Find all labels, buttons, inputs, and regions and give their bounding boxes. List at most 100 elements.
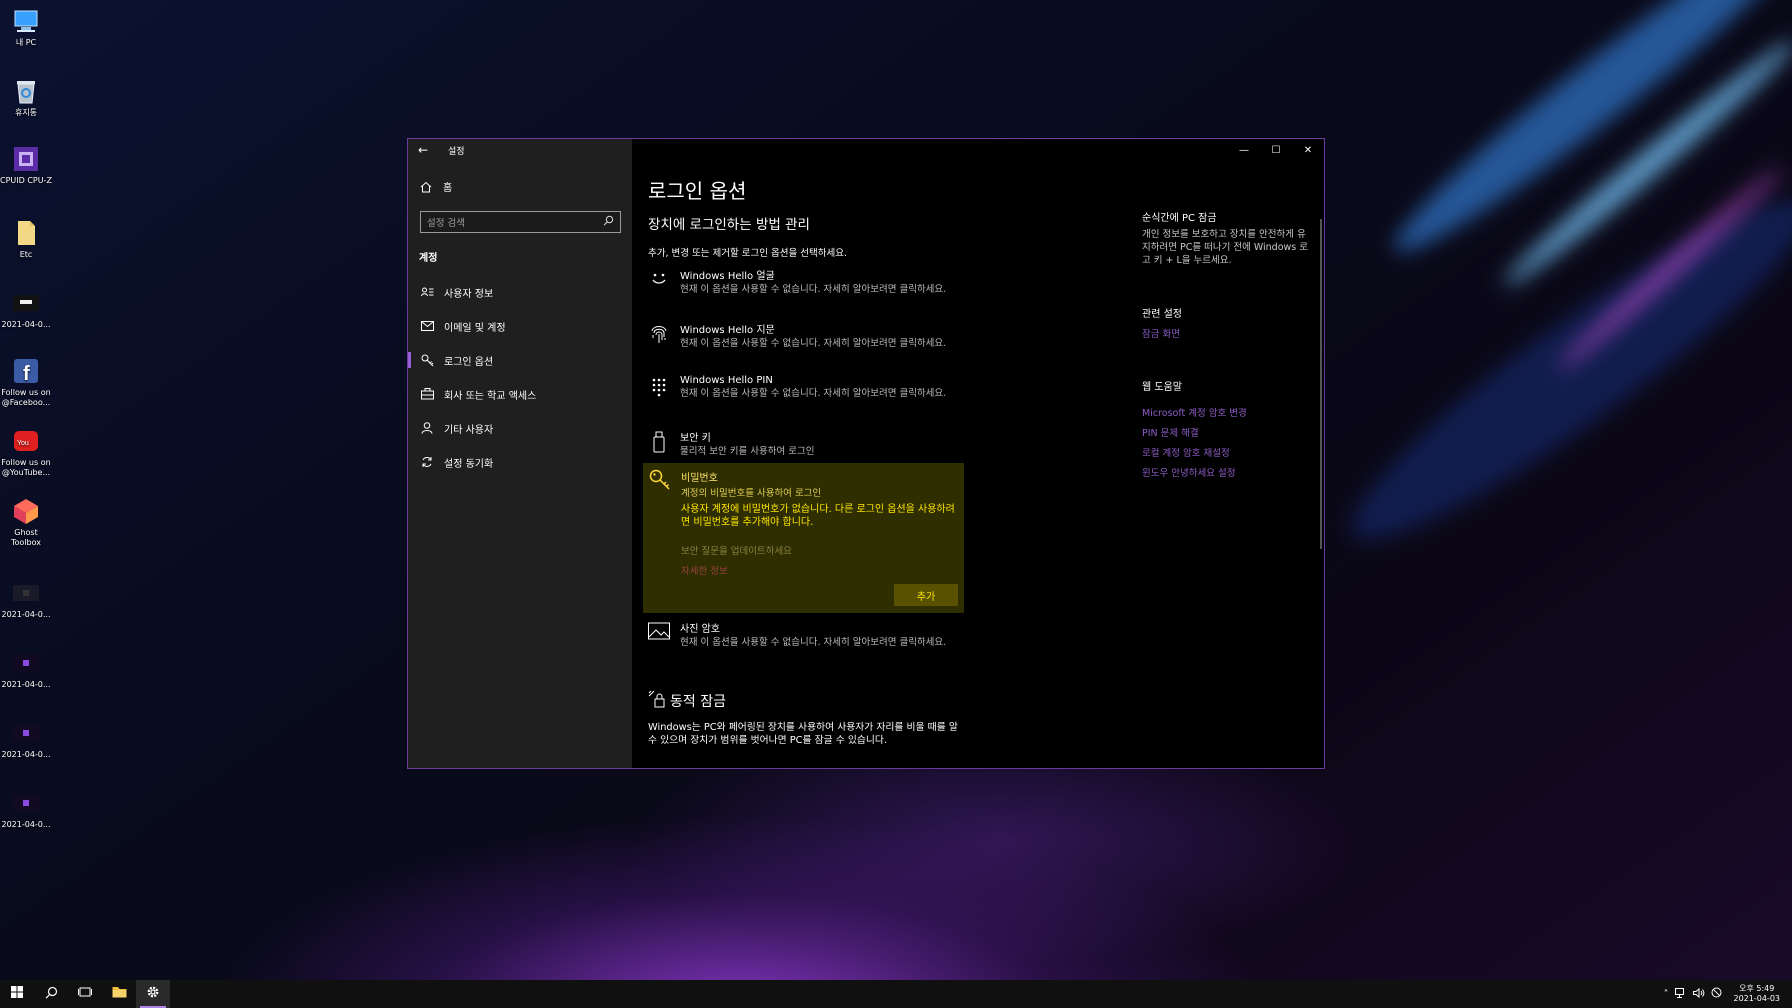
no-entry-icon[interactable] [1711, 987, 1722, 1001]
option-description: 현재 이 옵션을 사용할 수 없습니다. 자세히 알아보려면 클릭하세요. [680, 284, 947, 295]
sidebar-item-sync-settings[interactable]: 설정 동기화 [408, 445, 632, 479]
file-icon [11, 218, 41, 248]
system-tray: ˄ 오후 5:49 2021-04-03 [1664, 980, 1792, 1008]
chevron-up-icon[interactable]: ˄ [1664, 989, 1669, 1000]
password-option-panel[interactable]: 비밀번호 계정의 비밀번호를 사용하여 로그인 사용자 계정에 비밀번호가 없습… [643, 463, 964, 613]
desktop-icon-cpuz[interactable]: CPUID CPU-Z [0, 144, 52, 186]
computer-icon [11, 6, 41, 36]
volume-icon[interactable] [1692, 987, 1705, 1001]
youtube-icon: You [11, 426, 41, 456]
picture-icon [648, 620, 670, 649]
task-view-button[interactable] [68, 980, 102, 1008]
desktop-icon-recycle-bin[interactable]: 휴지통 [0, 76, 52, 118]
desktop-icon-my-pc[interactable]: 내 PC [0, 6, 52, 48]
sidebar-item-label: 홈 [443, 183, 453, 194]
desktop-icon-etc-folder[interactable]: Etc [0, 218, 52, 260]
help-link[interactable]: 로컬 계정 암호 재설정 [1142, 445, 1312, 459]
search-icon [603, 215, 614, 229]
desktop-icon-label: 내 PC [15, 38, 37, 47]
task-view-icon [78, 986, 92, 1002]
option-title: 비밀번호 [681, 473, 718, 484]
title-bar: ← 설정 [408, 139, 632, 161]
desktop-icon-label: CPUID CPU-Z [0, 176, 52, 185]
file-explorer-button[interactable] [102, 980, 136, 1008]
sidebar-item-email-accounts[interactable]: 이메일 및 계정 [408, 309, 632, 343]
minimize-button[interactable]: — [1228, 139, 1260, 161]
usb-key-icon [648, 429, 670, 458]
cube-icon [11, 496, 41, 526]
settings-sidebar: ← 설정 홈 설정 검색 계정 사용자 정보 이메일 및 계정 로그인 옵션 회… [408, 139, 632, 768]
sidebar-item-work-school-access[interactable]: 회사 또는 학교 액세스 [408, 377, 632, 411]
help-link[interactable]: Microsoft 계정 암호 변경 [1142, 405, 1312, 419]
sidebar-item-user-info[interactable]: 사용자 정보 [408, 275, 632, 309]
lock-screen-link[interactable]: 잠금 화면 [1142, 326, 1312, 340]
sidebar-item-sign-in-options[interactable]: 로그인 옵션 [408, 343, 632, 377]
option-title: Windows Hello 지문 [680, 325, 775, 336]
option-hello-fingerprint[interactable]: Windows Hello 지문 현재 이 옵션을 사용할 수 없습니다. 자세… [648, 321, 968, 350]
search-input[interactable]: 설정 검색 [420, 211, 621, 233]
image-thumbnail-icon [11, 788, 41, 818]
security-questions-link[interactable]: 보안 질문을 업데이트하세요 [681, 543, 792, 557]
mail-icon [420, 319, 434, 333]
network-icon[interactable] [1674, 987, 1687, 1001]
image-thumbnail-icon [11, 648, 41, 678]
page-description: 추가, 변경 또는 제거할 로그인 옵션을 선택하세요. [648, 248, 847, 259]
sidebar-item-label: 이메일 및 계정 [444, 322, 506, 334]
clock-date: 2021-04-03 [1733, 994, 1781, 1003]
option-picture-password[interactable]: 사진 암호 현재 이 옵션을 사용할 수 없습니다. 자세히 알아보려면 클릭하… [648, 620, 968, 649]
related-settings-heading: 관련 설정 [1142, 309, 1182, 320]
desktop-icon-label: Ghost Toolbox [11, 528, 41, 547]
window-controls: — ☐ ✕ [1228, 139, 1324, 161]
desktop-icon-screenshot-4[interactable]: 2021-04-0... [0, 718, 52, 760]
desktop-icon-ghost-toolbox[interactable]: Ghost Toolbox [0, 496, 52, 548]
back-button[interactable]: ← [408, 139, 438, 161]
help-link[interactable]: 윈도우 안녕하세요 설정 [1142, 465, 1312, 479]
sidebar-item-other-users[interactable]: 기타 사용자 [408, 411, 632, 445]
settings-window: ← 설정 홈 설정 검색 계정 사용자 정보 이메일 및 계정 로그인 옵션 회… [407, 138, 1325, 769]
close-button[interactable]: ✕ [1292, 139, 1324, 161]
recycle-bin-icon [11, 76, 41, 106]
option-hello-pin[interactable]: Windows Hello PIN 현재 이 옵션을 사용할 수 없습니다. 자… [648, 375, 968, 400]
desktop-icon-screenshot-5[interactable]: 2021-04-0... [0, 788, 52, 830]
desktop-icon-label: 휴지통 [14, 108, 38, 117]
option-description: 현재 이 옵션을 사용할 수 없습니다. 자세히 알아보려면 클릭하세요. [680, 388, 947, 399]
desktop-icon-screenshot-1[interactable]: 2021-04-0... [0, 288, 52, 330]
taskbar-search-button[interactable] [34, 980, 68, 1008]
clock-time: 오후 5:49 [1739, 984, 1775, 993]
more-info-link[interactable]: 자세한 정보 [681, 563, 728, 577]
arrow-left-icon: ← [417, 143, 429, 157]
web-help-heading: 웹 도움말 [1142, 382, 1182, 393]
option-description: 계정의 비밀번호를 사용하여 로그인 [681, 488, 822, 499]
gear-icon [146, 985, 160, 1003]
desktop-icon-screenshot-3[interactable]: 2021-04-0... [0, 648, 52, 690]
image-thumbnail-icon [11, 718, 41, 748]
scrollbar[interactable] [1320, 219, 1322, 549]
add-password-button[interactable]: 추가 [894, 584, 958, 606]
maximize-icon: ☐ [1271, 144, 1281, 156]
option-hello-face[interactable]: Windows Hello 얼굴 현재 이 옵션을 사용할 수 없습니다. 자세… [648, 267, 968, 296]
settings-taskbar-button[interactable] [136, 980, 170, 1008]
dynamic-lock-title: 동적 잠금 [670, 694, 726, 710]
windows-logo-icon [11, 986, 23, 1002]
option-description: 물리적 보안 키를 사용하여 로그인 [680, 446, 815, 457]
option-description: 현재 이 옵션을 사용할 수 없습니다. 자세히 알아보려면 클릭하세요. [680, 338, 947, 349]
start-button[interactable] [0, 980, 34, 1008]
desktop-icon-youtube[interactable]: You Follow us on @YouTube... [0, 426, 52, 478]
face-icon [648, 267, 670, 296]
person-icon [420, 421, 434, 435]
image-thumbnail-icon [11, 288, 41, 318]
desktop-icon-facebook[interactable]: f Follow us on @Faceboo... [0, 356, 52, 408]
sidebar-item-label: 로그인 옵션 [444, 356, 494, 368]
clock[interactable]: 오후 5:49 2021-04-03 [1734, 984, 1781, 1004]
desktop-icon-screenshot-2[interactable]: 2021-04-0... [0, 578, 52, 620]
option-security-key[interactable]: 보안 키 물리적 보안 키를 사용하여 로그인 [648, 429, 968, 458]
lock-pc-heading: 순식간에 PC 잠금 [1142, 213, 1217, 224]
option-description: 현재 이 옵션을 사용할 수 없습니다. 자세히 알아보려면 클릭하세요. [680, 637, 947, 648]
fingerprint-icon [648, 321, 670, 350]
sidebar-item-home[interactable]: 홈 [419, 179, 452, 194]
sync-icon [420, 455, 434, 469]
maximize-button[interactable]: ☐ [1260, 139, 1292, 161]
help-link[interactable]: PIN 문제 해결 [1142, 425, 1312, 439]
sidebar-item-label: 설정 동기화 [444, 458, 494, 470]
search-icon [45, 986, 58, 1003]
